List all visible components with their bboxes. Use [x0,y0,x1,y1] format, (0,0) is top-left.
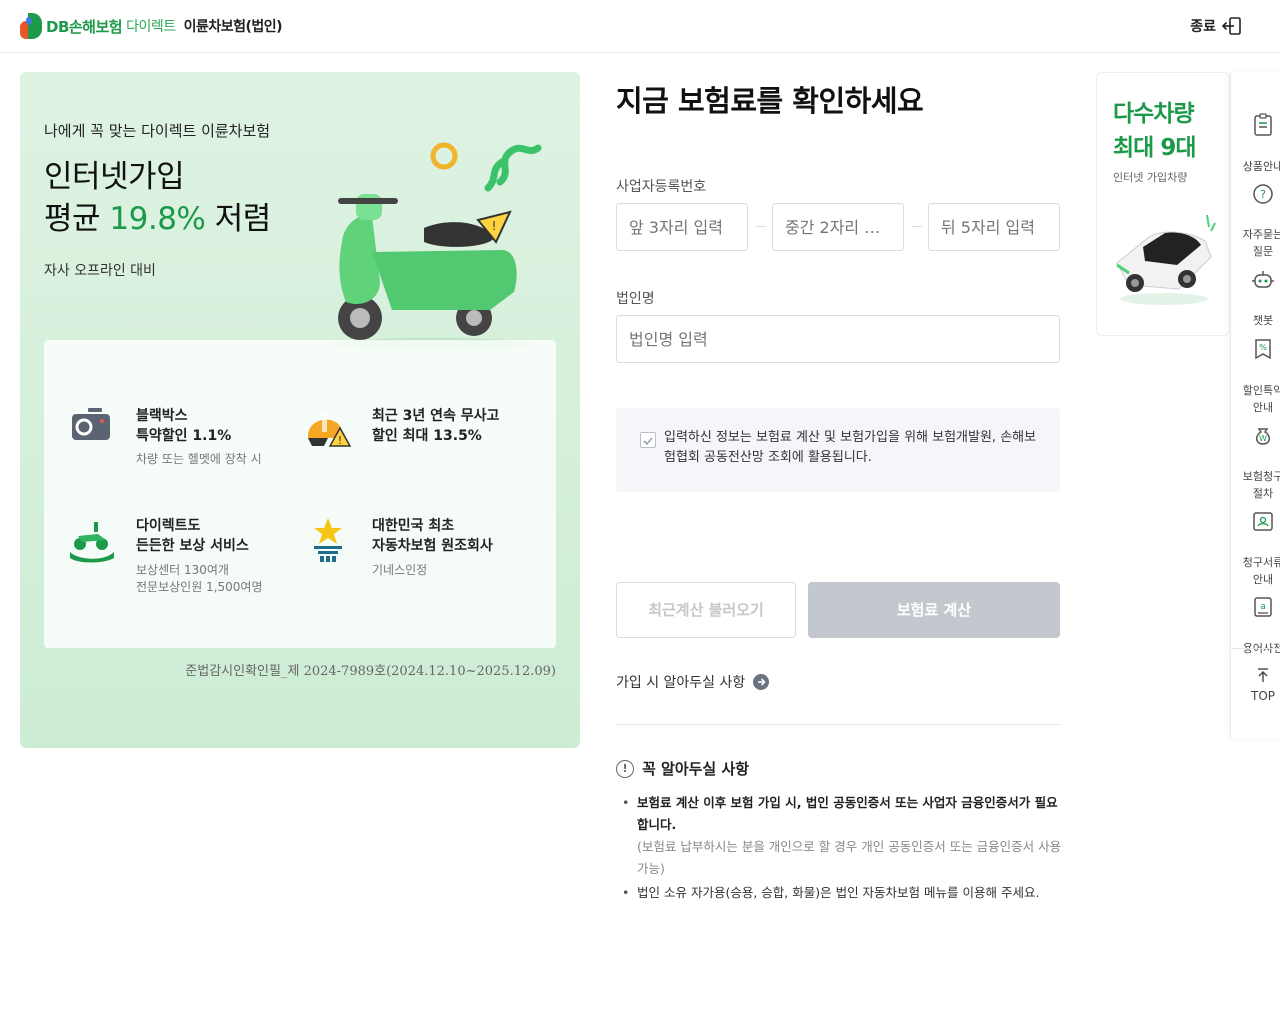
section-divider [616,724,1060,725]
consent-checkbox[interactable] [640,432,656,448]
svg-text:a: a [1260,602,1266,612]
benefit-no-accident: ! 최근 3년 연속 무사고 할인 최대 13.5% [304,406,544,496]
benefit-title: 최근 3년 연속 무사고 할인 최대 13.5% [372,408,500,444]
promo-subtitle: 나에게 꼭 맞는 다이렉트 이륜차보험 [44,122,271,140]
svg-text:W: W [1259,434,1267,443]
svg-text:%: % [1259,343,1267,352]
must-item-bold: 보험료 계산 이후 보험 가입 시, 법인 공동인증서 또는 사업자 금융인증서… [637,795,1058,832]
benefit-title: 블랙박스 특약할인 1.1% [136,408,232,444]
quick-menu-faq[interactable]: ? 자주묻는 질문 [1231,166,1280,260]
biz-number-first-input[interactable] [616,203,748,251]
document-icon [1254,113,1272,136]
star-trophy-icon [314,518,342,562]
moneybag-icon: W [1256,428,1270,445]
blackbox-camera-icon [72,408,110,440]
corp-name-label: 법인명 [616,291,655,307]
brand-name: DB손해보험 [46,17,123,36]
quick-menu-product-info[interactable]: 상품안내 [1231,96,1280,175]
biz-number-label: 사업자등록번호 [616,179,707,195]
banner-title: 다수차량 최대 9대 [1113,97,1196,165]
quick-menu-chatbot[interactable]: 챗봇 [1231,252,1280,329]
arrow-up-icon [1258,668,1268,682]
promo-note: 자사 오프라인 대비 [44,263,156,279]
car-illustration-icon [1116,214,1216,305]
promo-headline-line2: 평균 19.8% 저렴 [44,198,271,240]
quick-menu-claim-process[interactable]: W 보험청구 절차 [1231,406,1280,502]
must-know-list: 보험료 계산 이후 보험 가입 시, 법인 공동인증서 또는 사업자 금융인증서… [622,792,1062,904]
benefit-desc: 차량 또는 헬멧에 장착 시 [136,452,262,466]
scooter-hand-icon [70,522,114,563]
brand-direct: 다이렉트 [126,19,176,35]
compliance-note: 준법감시인확인필_제 2024-7989호(2024.12.10~2025.12… [185,664,556,679]
promo-headline: 인터넷가입 평균 19.8% 저렴 [44,156,271,240]
biz-number-middle-input[interactable] [772,203,904,251]
logout-icon [1222,17,1241,35]
id-card-icon [1253,512,1273,531]
banner-subtitle: 인터넷 가입차량 [1113,171,1188,184]
svg-text:?: ? [1260,188,1266,201]
must-item-text: 법인 소유 자가용(승용, 승합, 화물)은 법인 자동차보험 메뉴를 이용해 … [637,885,1040,900]
quick-menu-claim-docs[interactable]: 청구서류 안내 [1231,492,1280,588]
dictionary-icon: a [1254,597,1272,617]
discount-percent: 19.8% [109,201,206,237]
check-icon [643,437,653,446]
calculate-premium-button[interactable]: 보험료 계산 [808,582,1060,638]
top-label: TOP [1250,689,1275,703]
form-title: 지금 보험료를 확인하세요 [616,84,924,118]
robot-icon [1252,271,1274,288]
svg-text:!: ! [492,219,497,233]
must-know-title: 꼭 알아두실 사항 [642,760,750,778]
banner-title-line2: 최대 9대 [1113,135,1196,161]
scooter-illustration-icon: ! [332,142,542,350]
notice-link-label: 가입 시 알아두실 사항 [616,675,746,691]
exit-button[interactable]: 종료 [1190,16,1242,36]
benefit-compensation: 다이렉트도 든든한 보상 서비스 보상센터 130여개 전문보상인원 1,500… [68,516,308,606]
db-logo[interactable]: DB손해보험 다이렉트 이륜차보험(법인) [20,12,283,40]
exit-label: 종료 [1190,19,1216,35]
info-exclamation-icon: ! [616,759,634,778]
benefit-blackbox: 블랙박스 특약할인 1.1% 차량 또는 헬멧에 장착 시 [68,406,308,496]
list-item: 법인 소유 자가용(승용, 승합, 화물)은 법인 자동차보험 메뉴를 이용해 … [622,882,1062,904]
quick-menu-discount[interactable]: % 할인특약 안내 [1231,320,1280,416]
product-name: 이륜차보험(법인) [183,19,283,35]
arrow-right-icon [753,674,770,690]
promo-headline-line1: 인터넷가입 [44,159,185,195]
benefit-first-insurer: 대한민국 최초 자동차보험 원조회사 기네스인정 [304,516,544,606]
discount-icon: % [1255,339,1271,360]
headline-suffix: 저렴 [205,201,272,237]
load-recent-button[interactable]: 최근계산 불러오기 [616,582,796,638]
question-icon: ? [1253,184,1273,204]
quick-menu: 상품안내 ? 자주묻는 질문 챗봇 % 할인특약 안내 W 보험청구 절차 청구… [1230,72,1280,738]
benefit-desc: 보상센터 130여개 전문보상인원 1,500여명 [136,563,263,594]
must-item-sub: (보험료 납부하시는 분을 개인으로 할 경우 개인 공동인증서 또는 금융인증… [637,839,1062,876]
consent-box: 입력하신 정보는 보험료 계산 및 보험가입을 위해 보험개발원, 손해보험협회… [616,408,1060,492]
must-know-heading: ! 꼭 알아두실 사항 [616,758,749,779]
header: DB손해보험 다이렉트 이륜차보험(법인) 종료 [0,0,1280,53]
consent-text: 입력하신 정보는 보험료 계산 및 보험가입을 위해 보험개발원, 손해보험협회… [664,430,1037,465]
headline-prefix: 평균 [44,201,110,237]
promo-card: 나에게 꼭 맞는 다이렉트 이륜차보험 인터넷가입 평균 19.8% 저렴 자사… [20,72,580,748]
benefit-desc: 기네스인정 [372,563,428,577]
db-logo-mark-icon [20,13,44,39]
benefits-panel: 블랙박스 특약할인 1.1% 차량 또는 헬멧에 장착 시 ! 최근 3년 연속… [44,340,556,648]
banner-title-line1: 다수차량 [1113,101,1195,127]
scroll-top-button[interactable]: TOP [1231,648,1280,703]
notice-link[interactable]: 가입 시 알아두실 사항 [616,672,770,692]
benefit-title: 다이렉트도 든든한 보상 서비스 [136,518,249,554]
biz-number-last-input[interactable] [928,203,1060,251]
list-item: 보험료 계산 이후 보험 가입 시, 법인 공동인증서 또는 사업자 금융인증서… [622,792,1062,880]
svg-text:!: ! [338,434,342,447]
benefit-title: 대한민국 최초 자동차보험 원조회사 [372,518,493,554]
corp-name-input[interactable] [616,315,1060,363]
helmet-icon: ! [308,412,352,447]
multi-vehicle-banner[interactable]: 다수차량 최대 9대 인터넷 가입차량 [1096,72,1230,336]
biz-number-separator [756,226,766,227]
biz-number-separator [912,226,922,227]
quick-menu-glossary[interactable]: a 용어사전 [1231,578,1280,657]
